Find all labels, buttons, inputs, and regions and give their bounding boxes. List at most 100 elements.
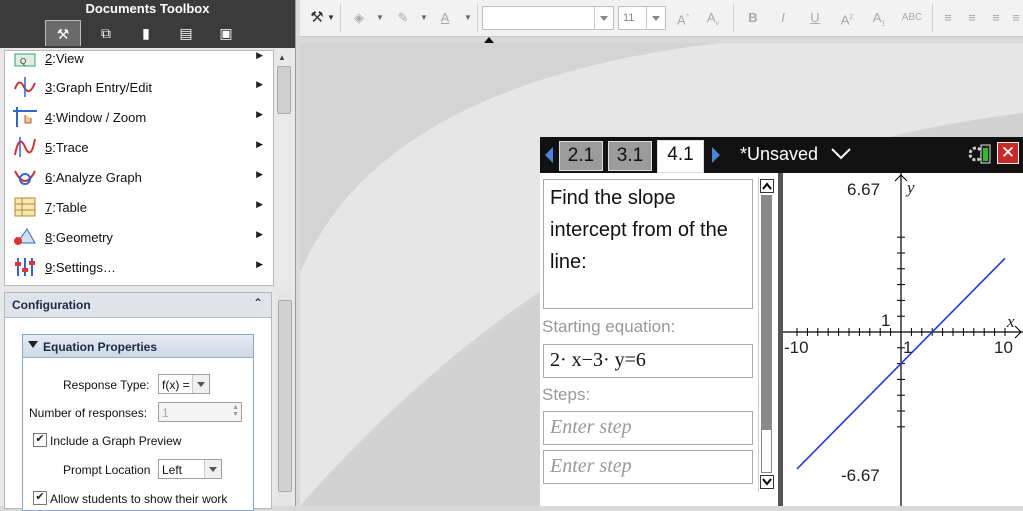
dropdown-icon xyxy=(204,460,221,478)
dropdown-icon[interactable]: ▼ xyxy=(376,8,384,28)
prompt-location-select[interactable]: Left xyxy=(158,459,222,479)
allow-work-label: Allow students to show their work xyxy=(50,492,228,506)
content-explorer-icon[interactable]: ▤ xyxy=(168,20,204,46)
collapse-icon[interactable]: ⌃ xyxy=(253,296,263,310)
x-axis-label: x xyxy=(1006,312,1015,331)
starting-equation-field[interactable]: 2· x−3· y=6 xyxy=(543,344,753,378)
submenu-arrow-icon: ▶ xyxy=(256,199,263,209)
graph-entry-icon xyxy=(14,77,36,97)
steps-label: Steps: xyxy=(542,385,591,404)
equation-properties-panel: Equation Properties xyxy=(22,334,254,511)
prev-page-icon[interactable] xyxy=(545,147,553,163)
menu-item-geometry[interactable]: 8:Geometry ▶ xyxy=(5,222,273,252)
menu-item-view[interactable]: Q 2:View ▶ xyxy=(5,50,273,73)
font-name-select[interactable] xyxy=(482,6,614,30)
page-tabs-bar: 2.1 3.1 4.1 *Unsaved ✕ xyxy=(540,137,1023,173)
window-zoom-icon xyxy=(13,107,37,127)
calculator-document: 2.1 3.1 4.1 *Unsaved ✕ Find the slope in… xyxy=(540,137,1023,506)
config-scroll-thumb[interactable] xyxy=(278,300,292,492)
dropdown-icon[interactable]: ▼ xyxy=(420,8,428,28)
font-size-select[interactable]: 11 xyxy=(618,6,666,30)
response-type-select[interactable]: f(x) = xyxy=(158,374,210,394)
document-menu-chevron-icon[interactable] xyxy=(830,147,852,161)
submenu-arrow-icon: ▶ xyxy=(256,50,263,60)
dropdown-icon xyxy=(192,375,209,393)
configuration-header[interactable]: Configuration ⌃ xyxy=(4,292,272,318)
italic-button[interactable]: I xyxy=(774,8,792,28)
decrease-font-icon[interactable]: Av xyxy=(702,8,724,28)
documents-toolbox: Documents Toolbox ⚒ ⧉ ▮ ▤ ▣ Q 2:View ▶ 3… xyxy=(0,0,296,511)
justify-icon[interactable]: ≡ xyxy=(1010,8,1022,28)
x-min-label: -10 xyxy=(784,338,809,357)
menu-item-graph-entry[interactable]: 3:Graph Entry/Edit ▶ xyxy=(5,72,273,102)
menu-item-analyze-graph[interactable]: 6:Analyze Graph ▶ xyxy=(5,162,273,192)
scroll-down-icon[interactable] xyxy=(760,475,774,489)
collapse-triangle-icon xyxy=(28,341,38,348)
question-scroll-thumb[interactable] xyxy=(761,429,772,473)
dropdown-icon xyxy=(646,7,665,29)
menu-item-table[interactable]: 7:Table ▶ xyxy=(5,192,273,222)
fill-color-icon[interactable]: ◈ xyxy=(348,8,370,28)
menu-scrollbar[interactable]: ▲ xyxy=(274,50,292,284)
text-color-icon[interactable]: A xyxy=(434,8,456,28)
submenu-arrow-icon: ▶ xyxy=(256,109,263,119)
underline-button[interactable]: U xyxy=(806,8,824,28)
svg-text:Q: Q xyxy=(20,57,26,66)
align-center-icon[interactable]: ≡ xyxy=(964,8,980,28)
settings-icon xyxy=(15,258,35,276)
menu-item-trace[interactable]: 5:Trace ▶ xyxy=(5,132,273,162)
utilities-icon[interactable]: ▣ xyxy=(208,20,244,46)
page-sorter-icon[interactable]: ⧉ xyxy=(88,20,124,46)
view-icon: Q xyxy=(14,53,36,67)
align-right-icon[interactable]: ≡ xyxy=(988,8,1004,28)
graph-canvas: 6.67 y 1 -10 1 10 x -6.67 xyxy=(783,173,1023,506)
allow-work-checkbox[interactable]: ✔ xyxy=(33,491,47,505)
dropdown-icon[interactable]: ▼ xyxy=(327,8,335,28)
number-of-responses-stepper[interactable]: 1 ▲ ▼ xyxy=(158,402,242,422)
response-type-label: Response Type: xyxy=(63,378,150,392)
menu-item-window-zoom[interactable]: 4:Window / Zoom ▶ xyxy=(5,102,273,132)
submenu-arrow-icon: ▶ xyxy=(256,229,263,239)
increase-font-icon[interactable]: A^ xyxy=(672,8,694,28)
superscript-button[interactable]: A2 xyxy=(838,8,856,28)
pen-color-icon[interactable]: ✎ xyxy=(392,8,414,28)
y-tick-label: 1 xyxy=(881,311,890,330)
x-max-label: 10 xyxy=(994,338,1013,357)
dropdown-icon xyxy=(594,7,613,29)
number-of-responses-label: Number of responses: xyxy=(29,406,148,420)
next-page-icon[interactable] xyxy=(712,147,720,163)
subscript-button[interactable]: A1 xyxy=(870,8,888,28)
scroll-up-icon[interactable]: ▲ xyxy=(278,53,286,62)
graph-preview[interactable]: 6.67 y 1 -10 1 10 x -6.67 xyxy=(783,173,1023,506)
document-title[interactable]: *Unsaved xyxy=(740,144,818,165)
include-graph-checkbox[interactable]: ✔ xyxy=(33,433,47,447)
menu-scroll-thumb[interactable] xyxy=(277,66,291,114)
align-left-icon[interactable]: ≡ xyxy=(940,8,956,28)
tools-menu: Q 2:View ▶ 3:Graph Entry/Edit ▶ 4:Window… xyxy=(4,50,274,286)
bold-button[interactable]: B xyxy=(744,8,762,28)
tools-icon[interactable]: ⚒ xyxy=(45,20,81,46)
question-scrollbar[interactable] xyxy=(758,177,775,492)
settings-battery-icon[interactable] xyxy=(968,143,992,165)
submenu-arrow-icon: ▶ xyxy=(256,259,263,269)
question-pane: Find the slope intercept from of the lin… xyxy=(540,173,778,506)
tab-3-1[interactable]: 3.1 xyxy=(608,141,652,171)
step-input-1[interactable]: Enter step xyxy=(543,411,753,445)
close-icon[interactable]: ✕ xyxy=(997,142,1019,164)
config-scrollbar[interactable] xyxy=(276,290,292,506)
y-min-label: -6.67 xyxy=(841,466,880,485)
dropdown-icon[interactable]: ▼ xyxy=(464,8,472,28)
scroll-up-icon[interactable] xyxy=(760,179,774,193)
y-max-label: 6.67 xyxy=(847,180,880,199)
tab-2-1[interactable]: 2.1 xyxy=(559,141,603,171)
emulator-icon[interactable]: ▮ xyxy=(128,20,164,46)
equation-properties-header[interactable]: Equation Properties xyxy=(23,335,253,358)
menu-item-settings[interactable]: 9:Settings… ▶ xyxy=(5,252,273,282)
step-input-2[interactable]: Enter step xyxy=(543,450,753,484)
analyze-graph-icon xyxy=(14,170,36,185)
tab-4-1[interactable]: 4.1 xyxy=(657,140,704,173)
strikethrough-button[interactable]: ABC xyxy=(898,8,926,28)
tools-icon[interactable]: ⚒ xyxy=(306,8,328,28)
submenu-arrow-icon: ▶ xyxy=(256,79,263,89)
submenu-arrow-icon: ▶ xyxy=(256,169,263,179)
